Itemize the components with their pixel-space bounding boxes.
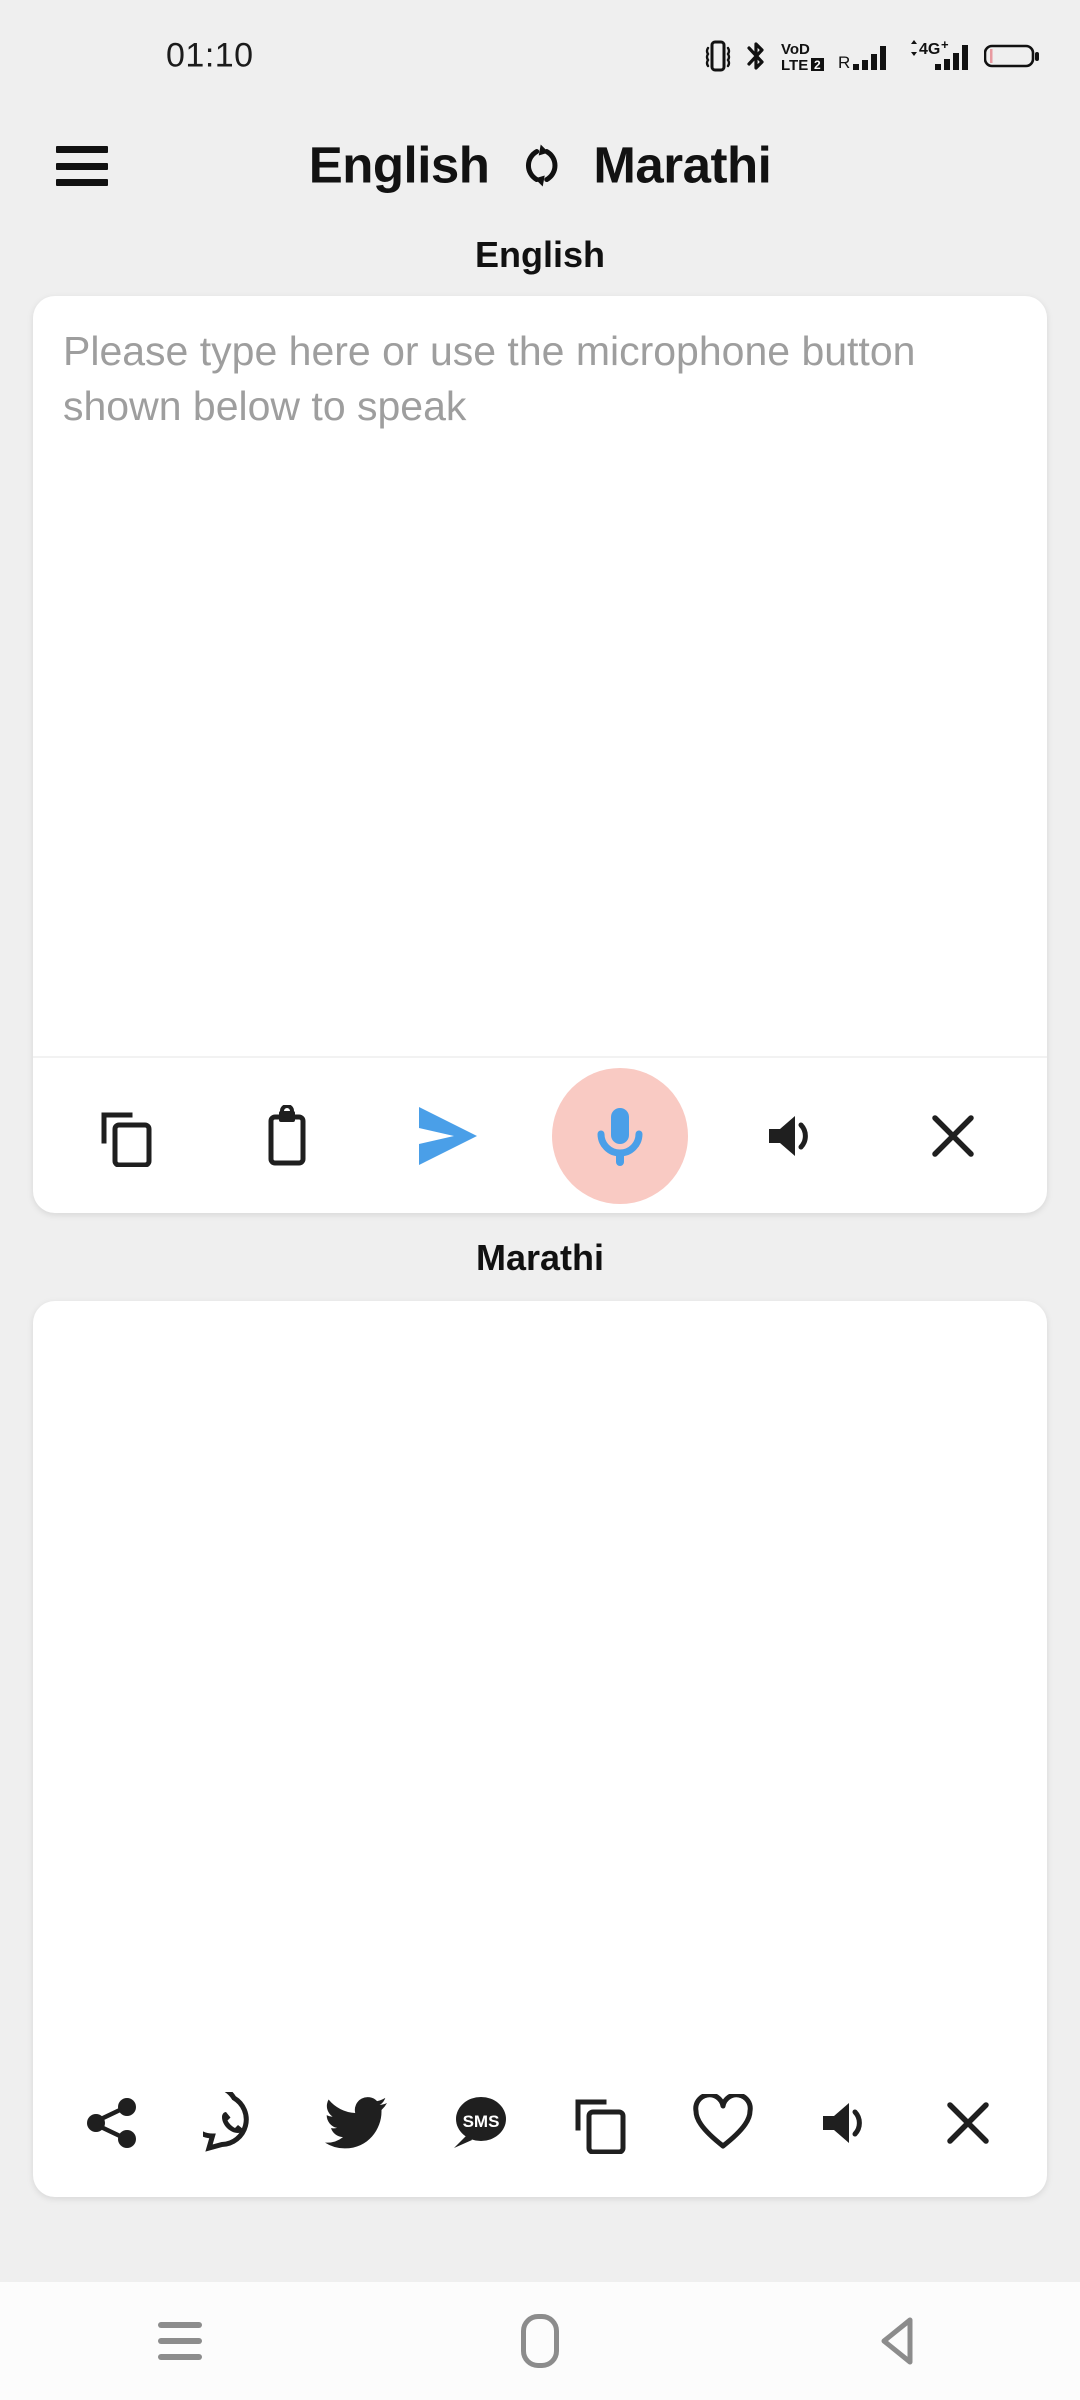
svg-text:4G: 4G <box>919 41 940 58</box>
volte2-icon: VoD LTE 2 <box>781 39 825 73</box>
menu-icon-bar <box>56 179 108 186</box>
share-button[interactable] <box>56 2067 168 2179</box>
source-card: Please type here or use the microphone b… <box>33 296 1047 1213</box>
roaming-signal-icon: R <box>838 39 894 73</box>
source-language-button[interactable]: English <box>309 136 490 195</box>
speak-button[interactable] <box>790 2067 902 2179</box>
svg-text:R: R <box>838 53 850 72</box>
menu-icon[interactable] <box>56 146 108 186</box>
source-toolbar <box>33 1058 1047 1213</box>
speak-button[interactable] <box>736 1080 848 1192</box>
svg-text:+: + <box>941 39 949 52</box>
mic-halo <box>552 1067 689 1204</box>
svg-text:2: 2 <box>814 58 821 72</box>
favorite-button[interactable] <box>667 2067 779 2179</box>
vibrate-icon <box>705 39 731 73</box>
language-pair: English Marathi <box>309 136 772 195</box>
menu-icon-bar <box>56 146 108 153</box>
source-text-input[interactable]: Please type here or use the microphone b… <box>33 296 1047 1056</box>
app-header: English Marathi <box>0 112 1080 220</box>
recents-icon <box>158 2322 202 2360</box>
recents-icon-bar <box>158 2322 202 2328</box>
nav-recents-button[interactable] <box>100 2282 260 2400</box>
battery-icon <box>984 39 1040 73</box>
target-text-output[interactable] <box>33 1301 1047 2049</box>
target-card: SMS <box>33 1301 1047 2197</box>
android-nav-bar <box>0 2282 1080 2400</box>
svg-text:SMS: SMS <box>462 2112 499 2131</box>
status-time: 01:10 <box>166 36 254 75</box>
copy-button[interactable] <box>545 2067 657 2179</box>
paste-button[interactable] <box>231 1080 343 1192</box>
svg-text:LTE: LTE <box>781 57 808 73</box>
nav-back-button[interactable] <box>820 2282 980 2400</box>
recents-icon-bar <box>158 2354 202 2360</box>
copy-button[interactable] <box>71 1080 183 1192</box>
twitter-button[interactable] <box>301 2067 413 2179</box>
status-icons: VoD LTE 2 R 4G + <box>705 39 1040 73</box>
4g-plus-signal-icon: 4G + <box>907 39 971 73</box>
menu-icon-bar <box>56 162 108 170</box>
target-panel-label: Marathi <box>475 1237 605 1278</box>
send-button[interactable] <box>392 1080 504 1192</box>
back-icon <box>881 2317 913 2365</box>
recents-icon-bar <box>158 2338 202 2344</box>
swap-languages-icon[interactable] <box>515 139 567 191</box>
clear-button[interactable] <box>897 1080 1009 1192</box>
source-panel-label: English <box>474 234 605 275</box>
svg-text:VoD: VoD <box>781 41 810 58</box>
sms-button[interactable]: SMS <box>423 2067 535 2179</box>
clear-button[interactable] <box>912 2067 1024 2179</box>
phone-screen: 01:10 VoD LTE 2 R 4G + English Marathi E… <box>0 0 1080 2400</box>
nav-home-button[interactable] <box>460 2282 620 2400</box>
target-toolbar: SMS <box>33 2049 1047 2197</box>
mic-button[interactable] <box>552 1067 689 1204</box>
status-bar: 01:10 VoD LTE 2 R 4G + <box>0 0 1080 112</box>
target-language-button[interactable]: Marathi <box>593 136 771 195</box>
bluetooth-icon <box>744 39 768 73</box>
home-icon <box>521 2314 559 2368</box>
whatsapp-button[interactable] <box>178 2067 290 2179</box>
